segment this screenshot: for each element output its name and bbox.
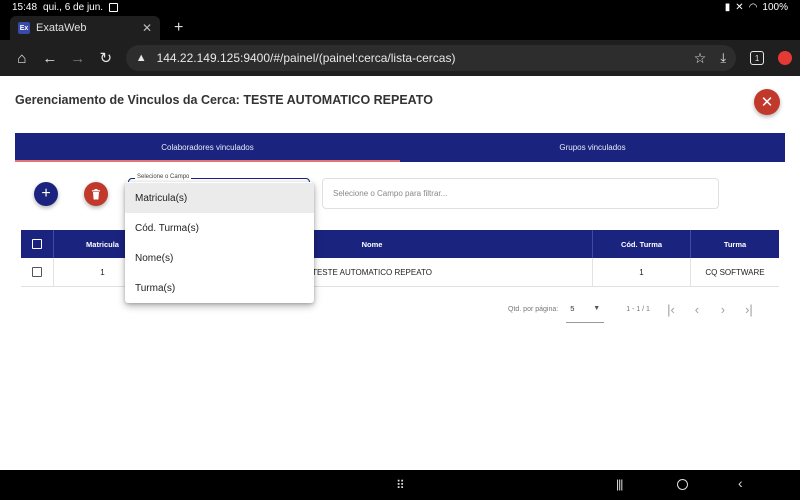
first-page-icon[interactable]: |‹ — [666, 302, 676, 317]
home-icon[interactable]: ⌂ — [8, 44, 36, 72]
cell-turma: CQ SOFTWARE — [705, 267, 765, 277]
select-all-checkbox[interactable] — [32, 239, 42, 249]
tab-label: Grupos vinculados — [559, 143, 626, 152]
tab-bar: Colaboradores vinculados Grupos vinculad… — [15, 133, 785, 162]
plus-icon: + — [41, 185, 51, 202]
row-checkbox[interactable] — [32, 267, 42, 277]
not-secure-icon[interactable]: ▲ — [136, 52, 147, 64]
browser-tabstrip: Ex ExataWeb ✕ + — [0, 14, 800, 40]
tab-title: ExataWeb — [36, 22, 87, 34]
close-icon: ✕ — [760, 94, 774, 111]
menu-icon[interactable] — [778, 51, 792, 65]
delete-button[interactable] — [84, 182, 108, 206]
close-button[interactable]: ✕ — [754, 89, 780, 115]
field-dropdown-menu: Matricula(s) Cód. Turma(s) Nome(s) Turma… — [125, 182, 314, 303]
url-text: 144.22.149.125:9400/#/painel/(painel:cer… — [156, 51, 456, 65]
close-tab-icon[interactable]: ✕ — [142, 21, 152, 35]
option-turma[interactable]: Turma(s) — [125, 273, 314, 303]
status-date: qui., 6 de jun. — [43, 1, 104, 13]
cell-cod-turma: 1 — [593, 258, 691, 286]
browser-tab[interactable]: Ex ExataWeb ✕ — [10, 16, 160, 40]
option-nome[interactable]: Nome(s) — [125, 243, 314, 273]
tab-colaboradores[interactable]: Colaboradores vinculados — [15, 133, 400, 162]
favicon-icon: Ex — [18, 22, 30, 34]
option-cod-turma[interactable]: Cód. Turma(s) — [125, 213, 314, 243]
caret-down-icon: ▼ — [593, 305, 601, 312]
page-size-select[interactable]: 5 ▼ — [566, 295, 605, 323]
keyboard-icon[interactable]: ⠿ — [396, 478, 405, 492]
filter-input[interactable]: Selecione o Campo para filtrar... — [322, 178, 719, 209]
tab-switcher-button[interactable]: 1 — [750, 51, 765, 65]
recent-apps-icon[interactable]: ||| — [616, 477, 623, 491]
home-button-icon[interactable] — [677, 479, 688, 490]
forward-arrow-icon[interactable]: → — [64, 44, 92, 72]
header-turma[interactable]: Turma — [691, 230, 779, 258]
paginator: Qtd. por página: 5 ▼ 1 - 1 / 1 |‹ ‹ › ›| — [508, 294, 754, 324]
back-icon[interactable]: ‹ — [738, 475, 743, 491]
tab-grupos[interactable]: Grupos vinculados — [400, 133, 785, 162]
option-matricula[interactable]: Matricula(s) — [125, 183, 314, 213]
bookmark-star-icon[interactable]: ☆ — [694, 50, 707, 67]
address-bar[interactable]: ▲ 144.22.149.125:9400/#/painel/(painel:c… — [125, 45, 737, 71]
system-nav-bar: ⠿ ||| ‹ — [0, 470, 800, 500]
new-tab-icon[interactable]: + — [174, 19, 183, 37]
last-page-icon[interactable]: ›| — [744, 302, 754, 317]
next-page-icon[interactable]: › — [718, 302, 728, 317]
battery-level: 100% — [762, 1, 788, 13]
wifi-icon: ◠ — [748, 1, 758, 13]
browser-toolbar: ⌂ ← → ↻ ▲ 144.22.149.125:9400/#/painel/(… — [0, 40, 800, 76]
header-checkbox-cell — [21, 230, 54, 258]
trash-icon — [92, 188, 100, 199]
filter-placeholder: Selecione o Campo para filtrar... — [333, 189, 448, 198]
row-checkbox-cell — [21, 258, 54, 286]
notification-icon — [109, 2, 119, 12]
select-label: Selecione o Campo — [135, 174, 192, 180]
vibrate-icon: ▮ — [724, 1, 731, 13]
page-size-value: 5 — [570, 304, 575, 313]
status-time: 15:48 — [12, 1, 38, 13]
back-arrow-icon[interactable]: ← — [36, 44, 64, 72]
prev-page-icon[interactable]: ‹ — [692, 302, 702, 317]
page-size-label: Qtd. por página: — [508, 305, 559, 313]
reload-icon[interactable]: ↻ — [92, 44, 120, 72]
status-bar: 15:48 qui., 6 de jun. ▮ ✕ ◠ 100% — [0, 0, 800, 14]
header-cod-turma[interactable]: Cód. Turma — [593, 230, 691, 258]
tab-label: Colaboradores vinculados — [161, 143, 254, 152]
add-button[interactable]: + — [34, 182, 58, 206]
page-range: 1 - 1 / 1 — [626, 305, 650, 313]
mute-icon: ✕ — [735, 1, 744, 13]
page-title: Gerenciamento de Vinculos da Cerca: TEST… — [15, 93, 433, 107]
download-icon[interactable]: ⤓ — [720, 50, 726, 66]
